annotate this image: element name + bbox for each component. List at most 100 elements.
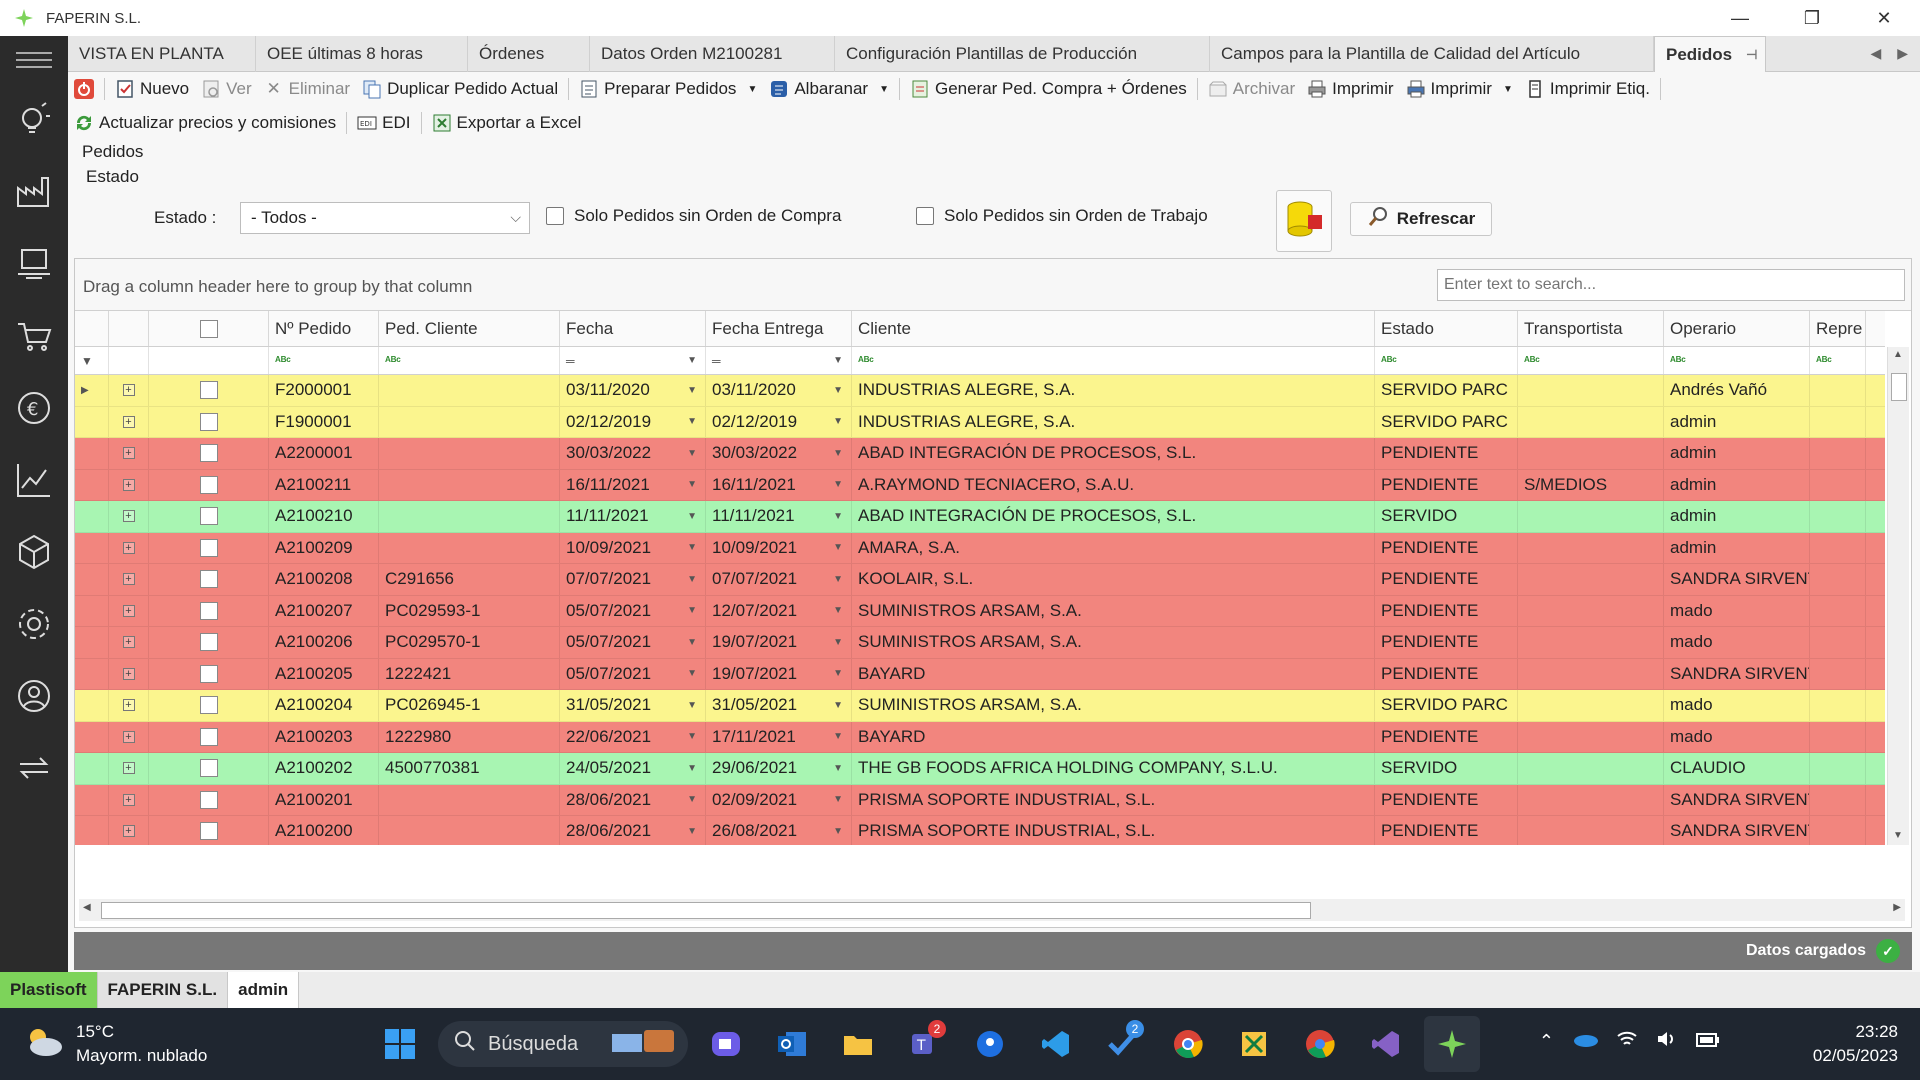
expand-cell[interactable]: +	[109, 753, 149, 784]
row-checkbox[interactable]	[199, 759, 218, 778]
row-checkbox[interactable]	[199, 507, 218, 526]
col-header-cliente[interactable]: Cliente	[852, 311, 1375, 346]
dropdown-arrow-icon[interactable]: ▼	[879, 84, 889, 95]
hamburger-menu-icon[interactable]	[0, 36, 68, 84]
select-cell[interactable]	[149, 721, 269, 752]
teams-icon[interactable]: T2	[896, 1016, 952, 1072]
close-tab-button[interactable]	[68, 74, 100, 104]
checkbox[interactable]	[916, 207, 934, 225]
file-explorer-icon[interactable]	[830, 1016, 886, 1072]
expand-icon[interactable]: +	[122, 447, 135, 460]
excel-tool-icon[interactable]	[1226, 1016, 1282, 1072]
select-cell[interactable]	[149, 532, 269, 563]
grid-search-input[interactable]	[1437, 269, 1905, 301]
row-checkbox[interactable]	[199, 538, 218, 557]
cell-fecha[interactable]: 05/07/2021 ▼	[560, 595, 706, 626]
col-header-estado[interactable]: Estado	[1375, 311, 1518, 346]
eliminar-button[interactable]: ✕ Eliminar	[258, 74, 356, 104]
dropdown-arrow-icon[interactable]: ▼	[687, 416, 697, 427]
row-checkbox[interactable]	[199, 633, 218, 652]
group-panel[interactable]: Drag a column header here to group by th…	[75, 259, 1911, 311]
col-header-pedido[interactable]: Nº Pedido	[269, 311, 379, 346]
chevron-up-icon[interactable]: ⌃	[1539, 1031, 1554, 1052]
onedrive-icon[interactable]	[1572, 1031, 1598, 1052]
dropdown-arrow-icon[interactable]: ▼	[687, 511, 697, 522]
cell-fecha-entrega[interactable]: 16/11/2021 ▼	[706, 469, 852, 500]
row-checkbox[interactable]	[199, 696, 218, 715]
row-checkbox[interactable]	[199, 664, 218, 683]
tab-vista-en-planta[interactable]: VISTA EN PLANTA	[68, 36, 256, 72]
dropdown-arrow-icon[interactable]: ▼	[687, 637, 697, 648]
select-cell[interactable]	[149, 406, 269, 437]
dropdown-arrow-icon[interactable]: ▼	[833, 385, 843, 396]
filter-ped-cliente[interactable]: ᴬᴮᶜ	[379, 347, 560, 374]
chrome-icon[interactable]	[1160, 1016, 1216, 1072]
cell-fecha-entrega[interactable]: 17/11/2021 ▼	[706, 721, 852, 752]
archivar-button[interactable]: Archivar	[1202, 74, 1301, 104]
cell-fecha[interactable]: 30/03/2022 ▼	[560, 438, 706, 469]
expand-icon[interactable]: +	[122, 541, 135, 554]
close-button[interactable]: ✕	[1848, 0, 1920, 36]
cell-fecha[interactable]: 10/09/2021 ▼	[560, 532, 706, 563]
select-cell[interactable]	[149, 753, 269, 784]
expand-cell[interactable]: +	[109, 690, 149, 721]
expand-cell[interactable]: +	[109, 564, 149, 595]
tab-ordenes[interactable]: Órdenes	[468, 36, 590, 72]
cell-fecha[interactable]: 11/11/2021 ▼	[560, 501, 706, 532]
volume-icon[interactable]	[1656, 1030, 1678, 1053]
select-cell[interactable]	[149, 595, 269, 626]
filter-estado[interactable]: ᴬᴮᶜ	[1375, 347, 1518, 374]
table-row[interactable]: + A2100204 PC026945-1 31/05/2021 ▼ 31/05/2021…	[75, 690, 1885, 722]
imprimir-etiq-button[interactable]: Imprimir Etiq.	[1519, 74, 1656, 104]
filter-cliente[interactable]: ᴬᴮᶜ	[852, 347, 1375, 374]
cell-fecha[interactable]: 31/05/2021 ▼	[560, 690, 706, 721]
expand-icon[interactable]: +	[122, 730, 135, 743]
dropdown-arrow-icon[interactable]: ▼	[687, 700, 697, 711]
dropdown-arrow-icon[interactable]: ▼	[687, 605, 697, 616]
weather-widget[interactable]: 15°C Mayorm. nublado	[24, 1020, 207, 1068]
table-row[interactable]: + A2100202 4500770381 24/05/2021 ▼ 29/06/2021…	[75, 753, 1885, 785]
dropdown-arrow-icon[interactable]: ▼	[833, 763, 843, 774]
row-checkbox[interactable]	[199, 381, 218, 400]
expand-icon[interactable]: +	[122, 636, 135, 649]
select-all-checkbox[interactable]	[199, 319, 218, 338]
expand-icon[interactable]: +	[122, 415, 135, 428]
cell-fecha[interactable]: 05/07/2021 ▼	[560, 627, 706, 658]
col-header-ped-cliente[interactable]: Ped. Cliente	[379, 311, 560, 346]
select-cell[interactable]	[149, 501, 269, 532]
select-cell[interactable]	[149, 564, 269, 595]
expand-cell[interactable]: +	[109, 658, 149, 689]
dropdown-arrow-icon[interactable]: ▼	[833, 511, 843, 522]
monitor-icon[interactable]	[0, 228, 68, 300]
expand-cell[interactable]: +	[109, 595, 149, 626]
select-cell[interactable]	[149, 627, 269, 658]
cell-fecha[interactable]: 22/06/2021 ▼	[560, 721, 706, 752]
lightbulb-icon[interactable]	[0, 84, 68, 156]
filter-repre[interactable]: ᴬᴮᶜ	[1810, 347, 1866, 374]
col-header-fecha-entrega[interactable]: Fecha Entrega	[706, 311, 852, 346]
expand-cell[interactable]: +	[109, 784, 149, 815]
row-checkbox[interactable]	[199, 790, 218, 809]
expand-cell[interactable]: +	[109, 438, 149, 469]
taskbar-search[interactable]: Búsqueda	[438, 1021, 688, 1067]
tab-scroll-left-icon[interactable]: ◀	[1870, 45, 1881, 62]
table-row[interactable]: + A2100205 1222421 05/07/2021 ▼ 19/07/2021 ▼ BA…	[75, 658, 1885, 690]
dropdown-arrow-icon[interactable]: ▼	[833, 542, 843, 553]
scroll-thumb[interactable]	[1891, 373, 1907, 401]
chart-line-icon[interactable]	[0, 444, 68, 516]
table-row[interactable]: + A2100207 PC029593-1 05/07/2021 ▼ 12/07/2021…	[75, 595, 1885, 627]
dropdown-arrow-icon[interactable]: ▼	[833, 355, 843, 366]
expand-cell[interactable]: +	[109, 501, 149, 532]
filter-fecha[interactable]: ═ ▼	[560, 347, 706, 374]
dropdown-arrow-icon[interactable]: ▼	[687, 731, 697, 742]
row-checkbox[interactable]	[199, 822, 218, 841]
scroll-left-icon[interactable]: ◀	[83, 902, 91, 913]
cell-fecha-entrega[interactable]: 07/07/2021 ▼	[706, 564, 852, 595]
dropdown-arrow-icon[interactable]: ▼	[833, 448, 843, 459]
dropdown-arrow-icon[interactable]: ▼	[687, 479, 697, 490]
table-row[interactable]: + A2100200 28/06/2021 ▼ 26/08/2021 ▼ PRISMA SO…	[75, 816, 1885, 845]
database-button[interactable]	[1276, 190, 1332, 252]
scroll-thumb[interactable]	[101, 902, 1311, 919]
expand-icon[interactable]: +	[122, 510, 135, 523]
cell-fecha[interactable]: 07/07/2021 ▼	[560, 564, 706, 595]
